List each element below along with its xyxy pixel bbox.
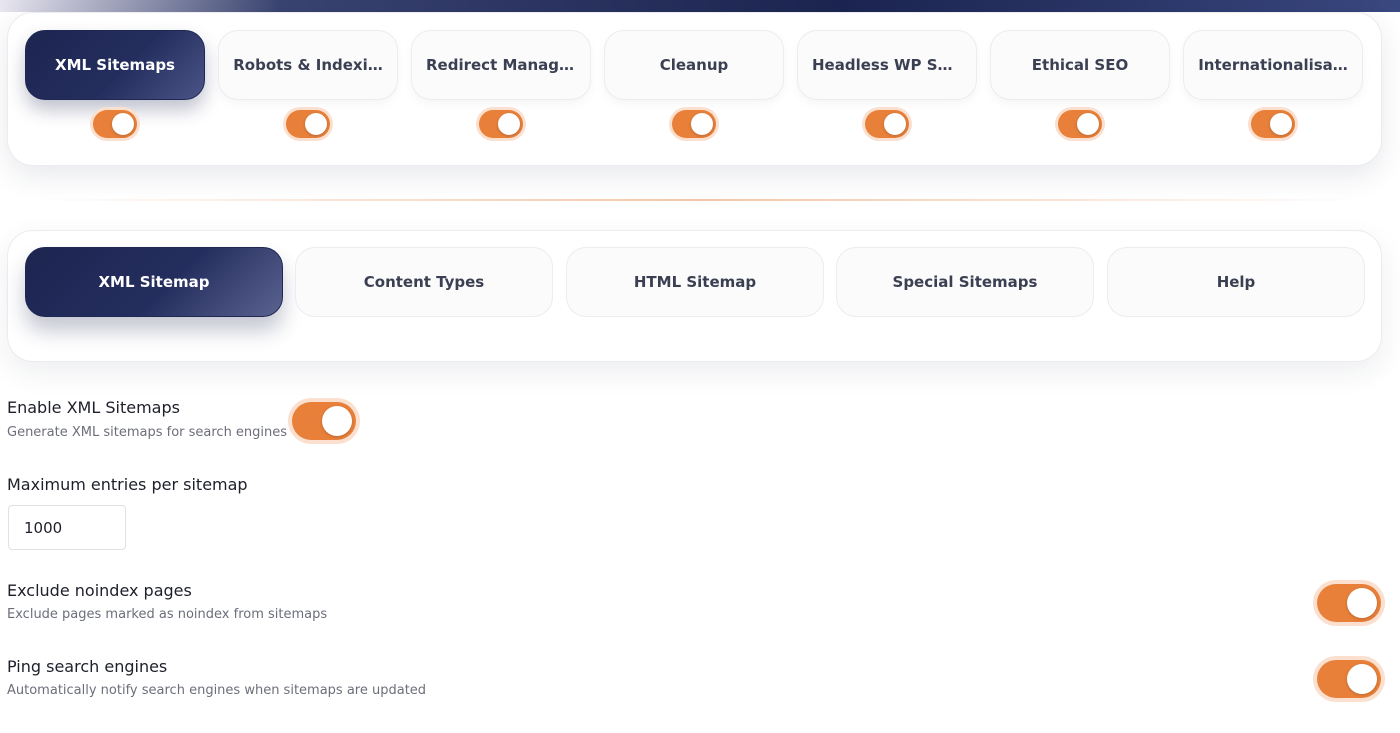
ping-search-engines-desc: Automatically notify search engines when… — [7, 683, 427, 698]
module-label: Internationalisa… — [1198, 56, 1348, 74]
module-button-robots-indexing[interactable]: Robots & Indexi… — [218, 30, 398, 100]
max-entries-title: Maximum entries per sitemap — [7, 475, 248, 494]
module-toggle-robots-indexing[interactable] — [286, 110, 330, 138]
module-toggle-ethical-seo[interactable] — [1058, 110, 1102, 138]
tab-help[interactable]: Help — [1107, 247, 1365, 317]
exclude-noindex-toggle[interactable] — [1317, 584, 1381, 622]
toggle-knob — [1347, 588, 1377, 618]
toggle-knob — [691, 113, 713, 135]
module-button-ethical-seo[interactable]: Ethical SEO — [990, 30, 1170, 100]
tabs-panel: XML Sitemap Content Types HTML Sitemap S… — [7, 230, 1382, 362]
module-panel: XML Sitemaps Robots & Indexi… Redirect M… — [7, 12, 1382, 166]
toggle-knob — [1270, 113, 1292, 135]
ping-search-engines-toggle[interactable] — [1317, 660, 1381, 698]
tab-content-types[interactable]: Content Types — [295, 247, 553, 317]
module-toggle-cleanup[interactable] — [672, 110, 716, 138]
module-ethical-seo: Ethical SEO — [990, 30, 1170, 100]
enable-xml-sitemaps-toggle[interactable] — [292, 402, 356, 440]
module-label: XML Sitemaps — [55, 56, 175, 74]
module-internationalisation: Internationalisa… — [1183, 30, 1363, 100]
toggle-knob — [1077, 113, 1099, 135]
enable-xml-sitemaps-desc: Generate XML sitemaps for search engines — [7, 425, 288, 440]
tab-label: HTML Sitemap — [633, 273, 757, 291]
module-button-headless-wp[interactable]: Headless WP Su… — [797, 30, 977, 100]
module-button-redirect-manager[interactable]: Redirect Manager — [411, 30, 591, 100]
tab-label: Help — [1216, 273, 1256, 291]
module-button-xml-sitemaps[interactable]: XML Sitemaps — [25, 30, 205, 100]
exclude-noindex-title: Exclude noindex pages — [7, 581, 192, 600]
module-xml-sitemaps: XML Sitemaps — [25, 30, 205, 100]
tab-xml-sitemap[interactable]: XML Sitemap — [25, 247, 283, 317]
toggle-knob — [1347, 664, 1377, 694]
module-robots-indexing: Robots & Indexi… — [218, 30, 398, 100]
section-divider — [40, 199, 1360, 201]
module-redirect-manager: Redirect Manager — [411, 30, 591, 100]
tab-html-sitemap[interactable]: HTML Sitemap — [566, 247, 824, 317]
toggle-knob — [498, 113, 520, 135]
top-header-strip — [0, 0, 1400, 12]
module-headless-wp: Headless WP Su… — [797, 30, 977, 100]
enable-xml-sitemaps-title: Enable XML Sitemaps — [7, 398, 180, 417]
module-button-internationalisation[interactable]: Internationalisa… — [1183, 30, 1363, 100]
max-entries-input[interactable] — [8, 505, 126, 550]
tab-special-sitemaps[interactable]: Special Sitemaps — [836, 247, 1094, 317]
module-cleanup: Cleanup — [604, 30, 784, 100]
module-toggle-internationalisation[interactable] — [1251, 110, 1295, 138]
module-toggle-headless-wp[interactable] — [865, 110, 909, 138]
module-label: Ethical SEO — [1031, 56, 1129, 74]
module-label: Cleanup — [659, 56, 729, 74]
module-label: Robots & Indexi… — [233, 56, 383, 74]
toggle-knob — [322, 406, 352, 436]
module-label: Headless WP Su… — [812, 56, 962, 74]
toggle-knob — [884, 113, 906, 135]
exclude-noindex-desc: Exclude pages marked as noindex from sit… — [7, 607, 328, 622]
module-button-cleanup[interactable]: Cleanup — [604, 30, 784, 100]
tab-label: XML Sitemap — [98, 273, 210, 291]
toggle-knob — [112, 113, 134, 135]
module-toggle-xml-sitemaps[interactable] — [93, 110, 137, 138]
ping-search-engines-title: Ping search engines — [7, 657, 168, 676]
module-label: Redirect Manager — [426, 56, 576, 74]
tab-label: Content Types — [363, 273, 485, 291]
toggle-knob — [305, 113, 327, 135]
tab-label: Special Sitemaps — [892, 273, 1038, 291]
module-toggle-redirect-manager[interactable] — [479, 110, 523, 138]
